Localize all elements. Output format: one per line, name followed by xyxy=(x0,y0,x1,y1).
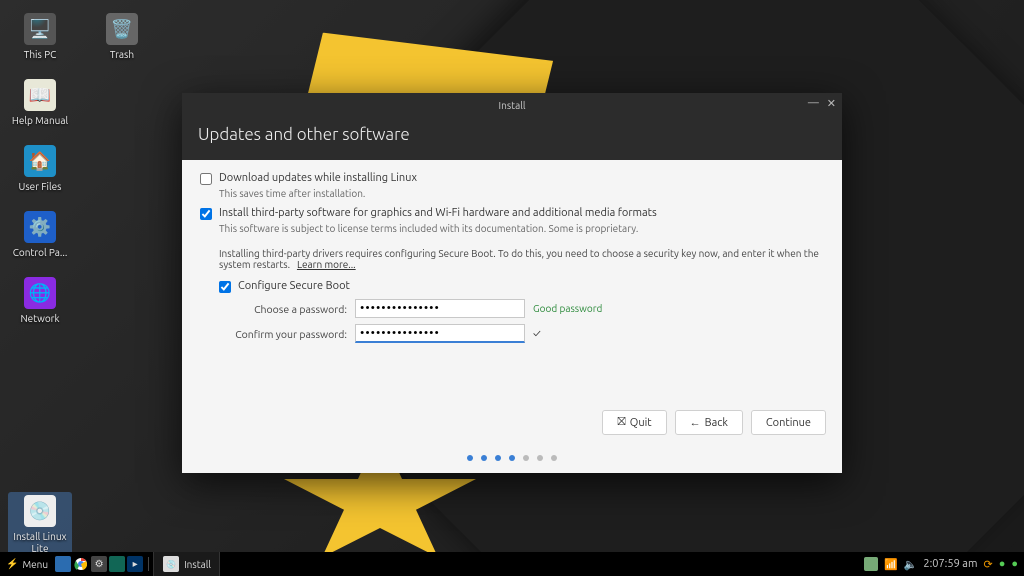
desktop-icon-this-pc[interactable]: 🖥️ This PC xyxy=(8,10,72,64)
progress-dot xyxy=(551,455,557,461)
desktop-icon-network[interactable]: 🌐 Network xyxy=(8,274,72,328)
desktop-icon-help-manual[interactable]: 📖 Help Manual xyxy=(8,76,72,130)
window-header: Updates and other software xyxy=(182,117,842,160)
button-row: ⛝Quit ←Back Continue xyxy=(602,410,826,435)
choose-password-input[interactable] xyxy=(355,299,525,318)
taskbar-task-install[interactable]: 💿 Install xyxy=(153,552,220,576)
desktop-icons: 🖥️ This PC 🗑️ Trash 📖 Help Manual 🏠 User… xyxy=(8,10,154,558)
tray-volume-icon[interactable]: 🔈 xyxy=(904,558,918,571)
tray-icon[interactable]: ● xyxy=(1011,558,1018,570)
icon-label: Network xyxy=(20,313,59,325)
desktop-icon-user-files[interactable]: 🏠 User Files xyxy=(8,142,72,196)
option-secure-boot: Configure Secure Boot xyxy=(219,280,824,293)
download-updates-sub: This saves time after installation. xyxy=(219,188,824,199)
learn-more-link[interactable]: Learn more... xyxy=(297,259,356,270)
back-icon: ← xyxy=(690,417,701,429)
download-updates-checkbox[interactable] xyxy=(200,173,212,185)
icon-label: Trash xyxy=(110,49,134,61)
choose-password-label: Choose a password: xyxy=(219,303,347,315)
window-title: Install xyxy=(499,100,526,111)
secure-boot-label[interactable]: Configure Secure Boot xyxy=(238,280,350,292)
minimize-button[interactable]: — xyxy=(808,97,819,110)
password-strength: Good password xyxy=(533,303,602,314)
confirm-check-icon: ✓ xyxy=(533,328,541,340)
progress-dot xyxy=(467,455,473,461)
tray-clock[interactable]: 2:07:59 am xyxy=(923,558,977,570)
third-party-sub: This software is subject to license term… xyxy=(219,223,824,234)
taskbar-chrome-icon[interactable] xyxy=(73,556,89,572)
taskbar-app-icon[interactable] xyxy=(109,556,125,572)
progress-dot xyxy=(523,455,529,461)
confirm-password-row: Confirm your password: ✓ xyxy=(219,324,824,343)
download-updates-label[interactable]: Download updates while installing Linux xyxy=(219,172,417,184)
progress-dot xyxy=(537,455,543,461)
icon-label: This PC xyxy=(24,49,56,61)
taskbar-terminal-icon[interactable]: ▸ xyxy=(127,556,143,572)
desktop-icon-trash[interactable]: 🗑️ Trash xyxy=(90,10,154,64)
installer-window: Install — ✕ Updates and other software D… xyxy=(182,93,842,473)
desktop-icon-install-linux-lite[interactable]: 💿 Install Linux Lite xyxy=(8,492,72,558)
window-content: Download updates while installing Linux … xyxy=(182,160,842,473)
confirm-password-input[interactable] xyxy=(355,324,525,343)
continue-button[interactable]: Continue xyxy=(751,410,826,435)
choose-password-row: Choose a password: Good password xyxy=(219,299,824,318)
progress-dot xyxy=(509,455,515,461)
back-button[interactable]: ←Back xyxy=(675,410,743,435)
icon-label: Help Manual xyxy=(12,115,68,127)
taskbar: Menu ⚙ ▸ 💿 Install 📶 🔈 2:07:59 am ⟳ ● ● xyxy=(0,552,1024,576)
progress-dots xyxy=(182,455,842,461)
secure-boot-checkbox[interactable] xyxy=(219,281,231,293)
tray-usb-icon[interactable] xyxy=(864,557,878,571)
titlebar[interactable]: Install — ✕ xyxy=(182,93,842,117)
close-button[interactable]: ✕ xyxy=(827,97,836,110)
quit-icon: ⛝ xyxy=(617,416,625,429)
progress-dot xyxy=(481,455,487,461)
desktop-icon-control-panel[interactable]: ⚙️ Control Pa... xyxy=(8,208,72,262)
tray-wifi-icon[interactable]: 📶 xyxy=(884,558,898,571)
taskbar-settings-icon[interactable]: ⚙ xyxy=(91,556,107,572)
icon-label: User Files xyxy=(19,181,62,193)
option-download-updates: Download updates while installing Linux xyxy=(200,172,824,185)
task-icon: 💿 xyxy=(163,556,179,572)
confirm-password-label: Confirm your password: xyxy=(219,328,347,340)
progress-dot xyxy=(495,455,501,461)
taskbar-files-icon[interactable] xyxy=(55,556,71,572)
option-third-party: Install third-party software for graphic… xyxy=(200,207,824,220)
icon-label: Control Pa... xyxy=(13,247,68,259)
system-tray: 📶 🔈 2:07:59 am ⟳ ● ● xyxy=(864,552,1024,576)
quit-button[interactable]: ⛝Quit xyxy=(602,410,666,435)
taskbar-separator xyxy=(148,557,149,571)
tray-updates-icon[interactable]: ⟳ xyxy=(983,558,992,571)
secure-boot-note: Installing third-party drivers requires … xyxy=(219,248,824,270)
third-party-checkbox[interactable] xyxy=(200,208,212,220)
third-party-label[interactable]: Install third-party software for graphic… xyxy=(219,207,657,219)
tray-icon[interactable]: ● xyxy=(999,558,1006,570)
page-heading: Updates and other software xyxy=(198,125,826,144)
start-menu-button[interactable]: Menu xyxy=(0,552,54,576)
